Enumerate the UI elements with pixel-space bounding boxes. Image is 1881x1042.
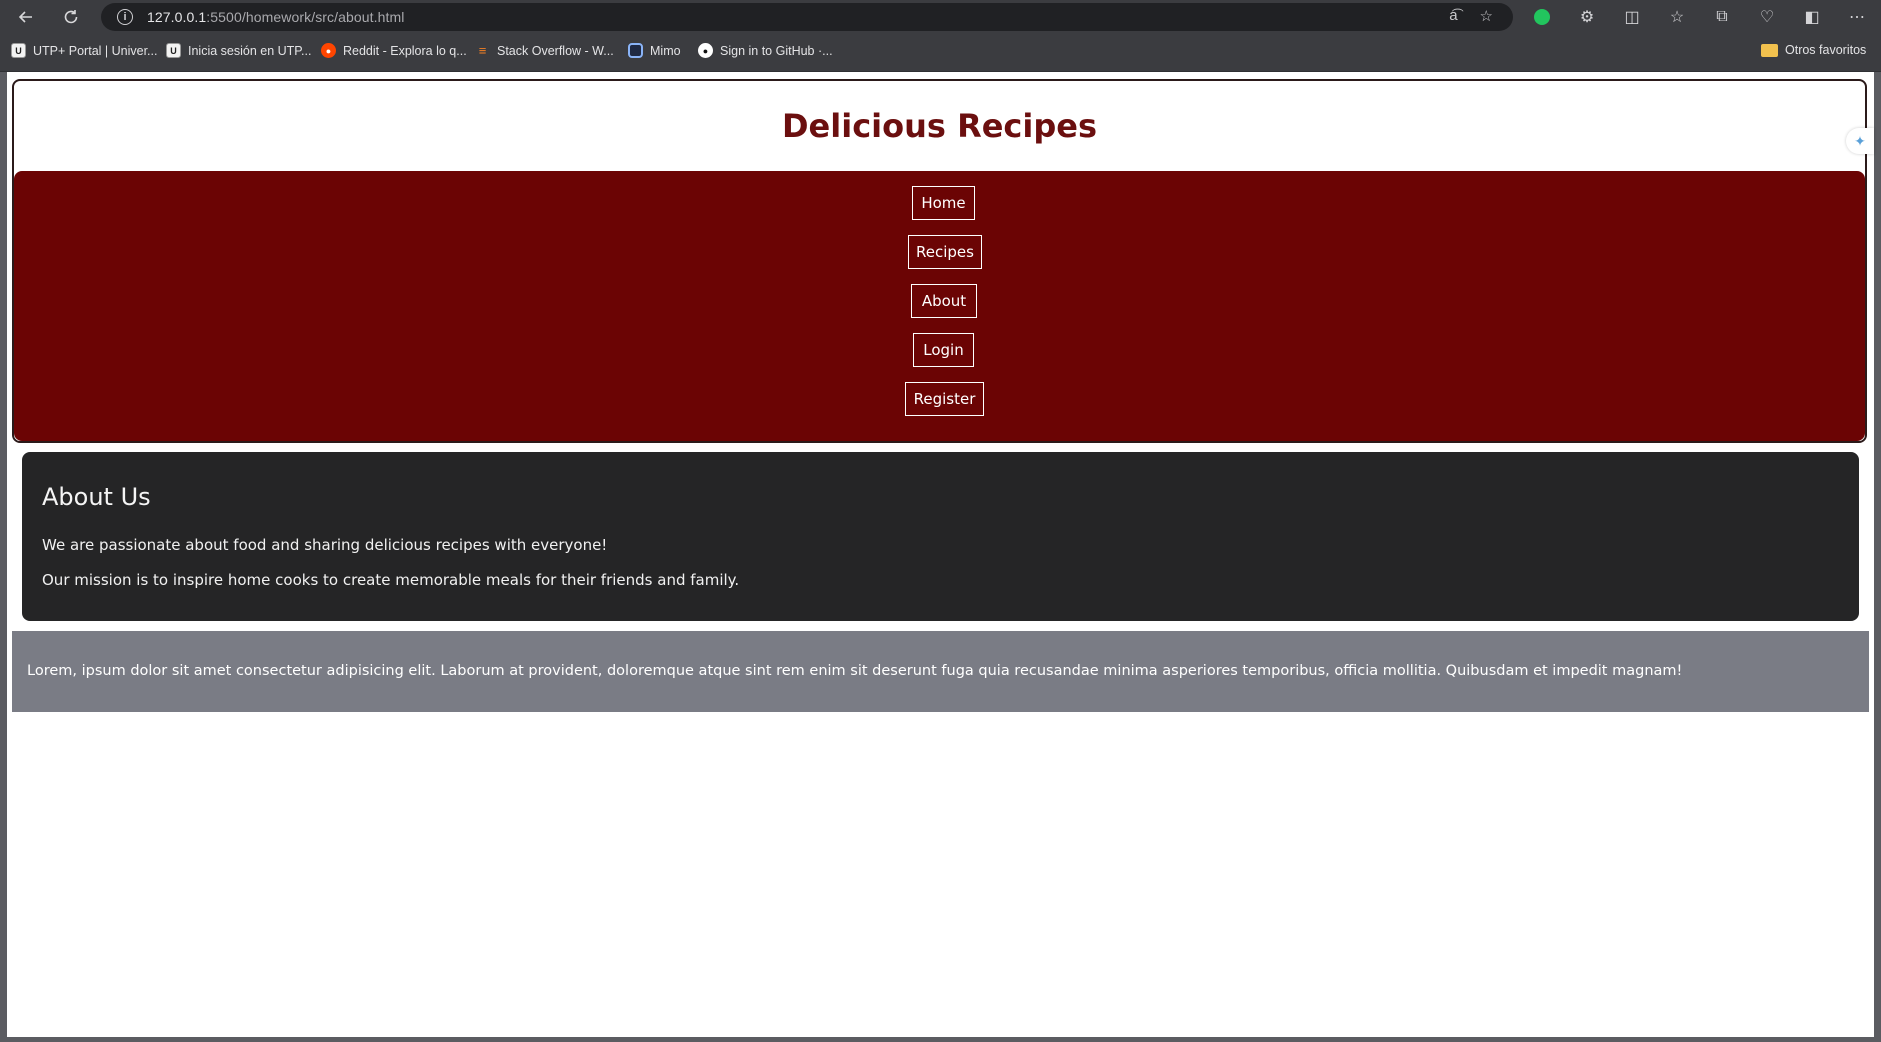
nav-register[interactable]: Register: [905, 382, 984, 416]
bookmark-other-favorites[interactable]: Otros favoritos: [1761, 43, 1866, 57]
bookmark-stackoverflow[interactable]: ≡ Stack Overflow - W...: [475, 43, 614, 58]
browser-toolbar: i 127.0.0.1:5500/homework/src/about.html…: [0, 0, 1881, 34]
site-header: Delicious Recipes Home Recipes About Log…: [12, 79, 1867, 443]
about-paragraph-2: Our mission is to inspire home cooks to …: [42, 571, 740, 589]
stackoverflow-icon: ≡: [478, 43, 487, 58]
reload-icon[interactable]: [59, 5, 83, 29]
nav-about[interactable]: About: [911, 284, 977, 318]
utp-icon: U: [11, 43, 26, 58]
bookmark-mimo[interactable]: Mimo: [628, 43, 681, 58]
about-section: About Us We are passionate about food an…: [22, 452, 1859, 621]
bookmark-utp-portal[interactable]: U UTP+ Portal | Univer...: [11, 43, 157, 58]
site-footer: Lorem, ipsum dolor sit amet consectetur …: [12, 631, 1869, 712]
page-title: Delicious Recipes: [781, 107, 1098, 145]
bookmark-utp-login[interactable]: U Inicia sesión en UTP...: [166, 43, 311, 58]
nav-login[interactable]: Login: [913, 333, 974, 367]
folder-icon: [1761, 43, 1778, 57]
profile-status-icon[interactable]: [1530, 5, 1554, 29]
footer-text: Lorem, ipsum dolor sit amet consectetur …: [27, 663, 1683, 679]
favorites-icon[interactable]: ☆: [1665, 5, 1689, 29]
about-heading: About Us: [42, 483, 151, 511]
collections-icon[interactable]: ⧉: [1710, 5, 1734, 29]
main-navbar: Home Recipes About Login Register: [14, 171, 1865, 441]
extensions-icon[interactable]: ⚙: [1575, 5, 1599, 29]
browser-essentials-icon[interactable]: ♡: [1755, 5, 1779, 29]
translate-icon[interactable]: a͡: [1449, 7, 1457, 25]
mimo-icon: [628, 43, 643, 58]
url-text[interactable]: 127.0.0.1:5500/homework/src/about.html: [147, 9, 405, 25]
about-paragraph-1: We are passionate about food and sharing…: [42, 536, 608, 554]
split-screen-icon[interactable]: ◫: [1620, 5, 1644, 29]
edge-sidebar-toggle-icon[interactable]: ✦: [1846, 128, 1874, 154]
bookmarks-bar: U UTP+ Portal | Univer... U Inicia sesió…: [0, 34, 1881, 72]
copilot-icon[interactable]: ◧: [1800, 5, 1824, 29]
site-info-icon[interactable]: i: [117, 9, 133, 25]
utp-icon: U: [166, 43, 181, 58]
nav-recipes[interactable]: Recipes: [908, 235, 982, 269]
back-arrow-icon[interactable]: [14, 5, 38, 29]
github-icon: ●: [698, 43, 713, 58]
nav-home[interactable]: Home: [912, 186, 975, 220]
star-favorite-icon[interactable]: ☆: [1480, 7, 1493, 25]
reddit-icon: ●: [321, 43, 336, 58]
page-viewport: Delicious Recipes Home Recipes About Log…: [7, 72, 1874, 1037]
bookmark-github[interactable]: ● Sign in to GitHub ·...: [698, 43, 833, 58]
more-menu-icon[interactable]: ⋯: [1845, 5, 1869, 29]
address-bar[interactable]: i 127.0.0.1:5500/homework/src/about.html…: [101, 3, 1513, 31]
bookmark-reddit[interactable]: ● Reddit - Explora lo q...: [321, 43, 467, 58]
